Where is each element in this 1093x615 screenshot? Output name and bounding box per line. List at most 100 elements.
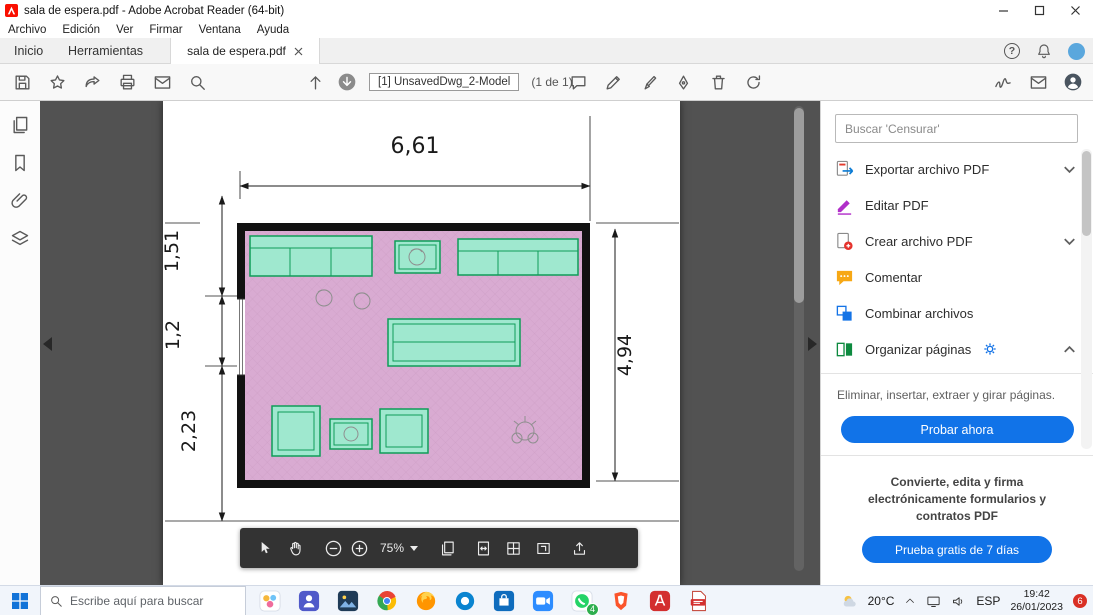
email-button[interactable] bbox=[152, 72, 172, 92]
free-trial-button[interactable]: Prueba gratis de 7 días bbox=[862, 536, 1052, 564]
zoom-out-button[interactable] bbox=[322, 537, 344, 559]
comment-button[interactable] bbox=[568, 72, 588, 92]
close-button[interactable] bbox=[1057, 0, 1093, 21]
volume-icon[interactable] bbox=[951, 594, 966, 609]
user-avatar[interactable] bbox=[1068, 42, 1085, 60]
select-tool-button[interactable] bbox=[254, 537, 276, 559]
help-icon[interactable]: ? bbox=[1004, 43, 1020, 59]
panel-scrollbar[interactable] bbox=[1081, 149, 1092, 449]
close-tab-icon[interactable] bbox=[294, 47, 303, 56]
document-viewport[interactable]: 6,61 1,51 1,2 2,23 4,94 75% bbox=[40, 101, 820, 585]
zoom-dropdown-caret-icon[interactable] bbox=[410, 545, 419, 551]
menu-firmar[interactable]: Firmar bbox=[141, 24, 190, 36]
share-page-button[interactable] bbox=[568, 537, 590, 559]
two-page-view-button[interactable] bbox=[502, 537, 524, 559]
tools-search-input[interactable] bbox=[835, 114, 1078, 143]
attachments-button[interactable] bbox=[10, 191, 30, 211]
tab-herramientas[interactable]: Herramientas bbox=[62, 38, 149, 64]
panel-divider bbox=[821, 455, 1093, 456]
notifications-bell-icon[interactable] bbox=[1036, 43, 1052, 59]
favorite-button[interactable] bbox=[47, 72, 67, 92]
highlighter-button[interactable] bbox=[638, 72, 658, 92]
paint-app-icon[interactable] bbox=[258, 589, 282, 613]
minimize-button[interactable] bbox=[985, 0, 1021, 21]
tool-edit-pdf[interactable]: Editar PDF bbox=[821, 187, 1093, 223]
pencil-button[interactable] bbox=[603, 72, 623, 92]
window-controls bbox=[985, 0, 1093, 21]
menu-ventana[interactable]: Ventana bbox=[191, 24, 249, 36]
hand-tool-button[interactable] bbox=[284, 537, 306, 559]
send-mail-button[interactable] bbox=[1028, 72, 1048, 92]
brave-icon[interactable] bbox=[609, 589, 633, 613]
next-page-button[interactable] bbox=[337, 72, 357, 92]
menu-archivo[interactable]: Archivo bbox=[0, 24, 54, 36]
taskbar-clock[interactable]: 19:42 26/01/2023 bbox=[1010, 588, 1063, 614]
skype-icon[interactable] bbox=[453, 589, 477, 613]
maximize-button[interactable] bbox=[1021, 0, 1057, 21]
bookmarks-button[interactable] bbox=[10, 153, 30, 173]
page-thumbnails-button[interactable] bbox=[10, 115, 30, 135]
collapse-right-arrow[interactable] bbox=[808, 337, 817, 351]
notification-count-badge[interactable]: 6 bbox=[1073, 594, 1087, 608]
panel-scrollbar-thumb[interactable] bbox=[1082, 151, 1091, 236]
tool-label: Comentar bbox=[865, 269, 923, 285]
layers-button[interactable] bbox=[10, 229, 30, 249]
trash-icon bbox=[711, 74, 725, 90]
weather-icon[interactable] bbox=[841, 593, 858, 610]
weather-temp[interactable]: 20°C bbox=[868, 594, 895, 608]
tray-chevron-up-icon[interactable] bbox=[904, 595, 916, 607]
display-icon[interactable] bbox=[926, 594, 941, 609]
tool-comment[interactable]: Comentar bbox=[821, 259, 1093, 295]
start-button[interactable] bbox=[0, 586, 40, 615]
photos-app-icon[interactable] bbox=[336, 589, 360, 613]
copy-pages-icon bbox=[441, 541, 454, 555]
tab-document[interactable]: sala de espera.pdf bbox=[170, 38, 320, 64]
firefox-icon[interactable] bbox=[414, 589, 438, 613]
tool-label: Crear archivo PDF bbox=[865, 233, 973, 249]
acrobat-taskbar-icon[interactable] bbox=[648, 589, 672, 613]
chrome-icon[interactable] bbox=[375, 589, 399, 613]
delete-button[interactable] bbox=[708, 72, 728, 92]
toolbar-center-group: [1] UnsavedDwg_2-Model (1 de 1) bbox=[305, 64, 573, 100]
try-now-button[interactable]: Probar ahora bbox=[840, 416, 1074, 443]
chat-app-icon[interactable]: 4 bbox=[570, 589, 599, 615]
search-button[interactable] bbox=[187, 72, 207, 92]
chevron-up-icon[interactable] bbox=[1060, 340, 1079, 359]
share-button[interactable] bbox=[82, 72, 102, 92]
tool-organize-pages[interactable]: Organizar páginas bbox=[821, 331, 1093, 367]
language-indicator[interactable]: ESP bbox=[976, 594, 1000, 608]
chevron-down-icon[interactable] bbox=[1060, 232, 1079, 251]
document-scrollbar[interactable] bbox=[794, 106, 804, 571]
model-selector[interactable]: [1] UnsavedDwg_2-Model bbox=[369, 73, 520, 91]
zoom-in-button[interactable] bbox=[348, 537, 370, 559]
fill-sign-button[interactable] bbox=[993, 72, 1013, 92]
profile-button[interactable] bbox=[1063, 72, 1083, 92]
menu-ver[interactable]: Ver bbox=[108, 24, 141, 36]
scrollbar-thumb[interactable] bbox=[794, 108, 804, 303]
teams-app-icon[interactable] bbox=[297, 589, 321, 613]
menu-ayuda[interactable]: Ayuda bbox=[249, 24, 297, 36]
store-icon[interactable] bbox=[492, 589, 516, 613]
tool-export-pdf[interactable]: Exportar archivo PDF bbox=[821, 151, 1093, 187]
menu-edicion[interactable]: Edición bbox=[54, 24, 108, 36]
fit-width-button[interactable] bbox=[472, 537, 494, 559]
pdf-file-icon[interactable] bbox=[687, 589, 711, 613]
print-button[interactable] bbox=[117, 72, 137, 92]
gear-icon[interactable] bbox=[982, 341, 998, 357]
taskbar-search[interactable]: Escribe aquí para buscar bbox=[40, 585, 246, 615]
refresh-button[interactable] bbox=[743, 72, 763, 92]
zoom-level-value[interactable]: 75% bbox=[380, 541, 404, 555]
main-toolbar: [1] UnsavedDwg_2-Model (1 de 1) bbox=[0, 64, 1093, 101]
collapse-left-arrow[interactable] bbox=[43, 337, 52, 351]
fullscreen-button[interactable] bbox=[532, 537, 554, 559]
page-up-icon bbox=[309, 75, 321, 90]
zoom-icon[interactable] bbox=[531, 589, 555, 613]
sign-button[interactable] bbox=[673, 72, 693, 92]
tab-inicio[interactable]: Inicio bbox=[8, 38, 49, 64]
previous-page-button[interactable] bbox=[305, 72, 325, 92]
tool-create-pdf[interactable]: Crear archivo PDF bbox=[821, 223, 1093, 259]
chevron-down-icon[interactable] bbox=[1060, 160, 1079, 179]
copy-page-button[interactable] bbox=[436, 537, 458, 559]
tool-combine-files[interactable]: Combinar archivos bbox=[821, 295, 1093, 331]
save-button[interactable] bbox=[12, 72, 32, 92]
